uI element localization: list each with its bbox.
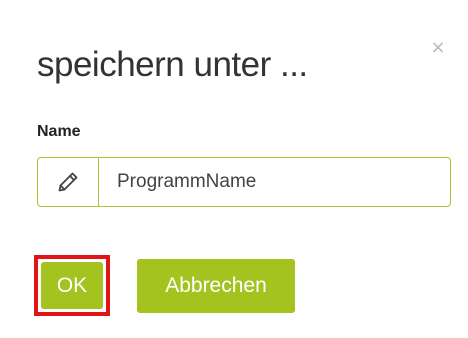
pencil-icon (38, 158, 99, 206)
ok-button[interactable]: OK (41, 262, 103, 309)
save-as-dialog: × speichern unter ... Name OK Abbrechen (0, 0, 468, 338)
name-input-group (37, 157, 451, 207)
cancel-button[interactable]: Abbrechen (137, 259, 295, 313)
name-input[interactable] (99, 158, 450, 206)
dialog-title: speichern unter ... (37, 45, 308, 84)
name-field-label: Name (37, 123, 81, 140)
close-icon[interactable]: × (430, 39, 446, 57)
